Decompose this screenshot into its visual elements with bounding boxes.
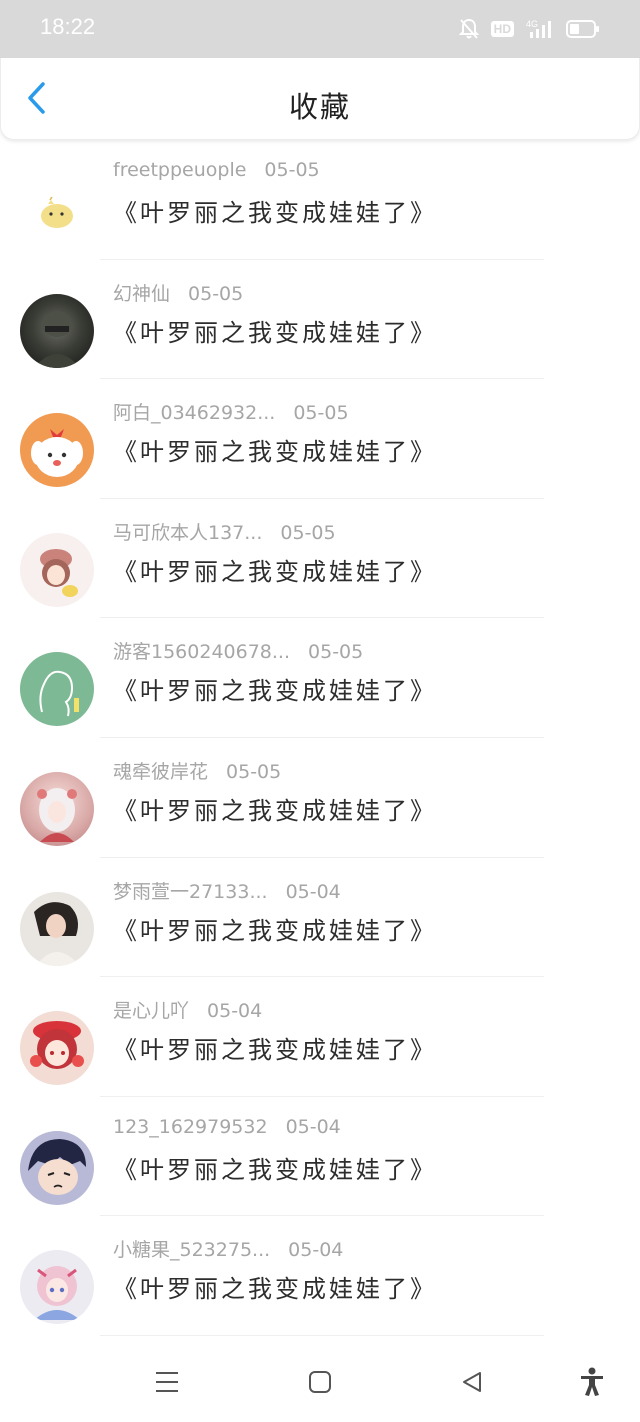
item-username[interactable]: 游客1560240678...	[113, 637, 290, 664]
avatar[interactable]	[20, 652, 94, 727]
item-meta: 123_162979532 05-04	[113, 1116, 341, 1138]
item-title[interactable]: 《叶罗丽之我变成娃娃了》	[113, 1269, 437, 1304]
item-username[interactable]: 马可欣本人137...	[113, 518, 262, 545]
status-icons: HD 4G	[458, 16, 600, 42]
item-title[interactable]: 《叶罗丽之我变成娃娃了》	[113, 1150, 437, 1185]
item-date: 05-05	[264, 159, 320, 181]
avatar[interactable]	[20, 532, 94, 607]
accessibility-icon	[581, 1367, 603, 1396]
list-item[interactable]: 小糖果_523275... 05-04 《叶罗丽之我变成娃娃了》	[0, 1216, 640, 1336]
system-nav-bar	[0, 1342, 640, 1422]
home-square-icon	[309, 1371, 331, 1393]
item-title[interactable]: 《叶罗丽之我变成娃娃了》	[113, 432, 437, 467]
item-date: 05-04	[285, 880, 341, 903]
item-username[interactable]: 123_162979532	[113, 1116, 268, 1138]
item-meta: 小糖果_523275... 05-04	[113, 1235, 343, 1262]
item-date: 05-05	[280, 521, 336, 544]
item-meta: 游客1560240678... 05-05	[113, 637, 363, 664]
list-item[interactable]: 123_162979532 05-04 《叶罗丽之我变成娃娃了》	[0, 1097, 640, 1217]
back-nav-button[interactable]	[452, 1362, 492, 1402]
accessibility-button[interactable]	[572, 1362, 612, 1402]
avatar[interactable]	[20, 1011, 94, 1086]
item-username[interactable]: 梦雨萱一27133...	[113, 877, 268, 904]
page-title: 收藏	[288, 90, 351, 124]
item-meta: 梦雨萱一27133... 05-04	[113, 877, 341, 904]
avatar[interactable]	[20, 771, 94, 846]
item-title[interactable]: 《叶罗丽之我变成娃娃了》	[113, 671, 437, 706]
item-meta: 阿白_03462932... 05-05	[113, 398, 349, 425]
item-title[interactable]: 《叶罗丽之我变成娃娃了》	[113, 193, 437, 228]
item-meta: 魂牵彼岸花 05-05	[113, 757, 281, 784]
item-date: 05-05	[226, 760, 282, 783]
item-date: 05-05	[188, 282, 244, 305]
item-date: 05-05	[293, 402, 349, 425]
item-title[interactable]: 《叶罗丽之我变成娃娃了》	[113, 791, 437, 826]
app-header: 收藏	[0, 58, 640, 140]
avatar[interactable]	[20, 174, 94, 248]
favorites-list: freetppeuople 05-05 《叶罗丽之我变成娃娃了》 幻神仙 05-05…	[0, 140, 640, 1336]
back-triangle-icon	[463, 1372, 481, 1392]
item-date: 05-04	[285, 1115, 341, 1138]
item-title[interactable]: 《叶罗丽之我变成娃娃了》	[113, 552, 437, 587]
home-button[interactable]	[300, 1362, 340, 1402]
list-item[interactable]: 幻神仙 05-05 《叶罗丽之我变成娃娃了》	[0, 260, 640, 380]
status-bar: 18:22 HD 4G	[0, 0, 640, 58]
divider	[100, 1334, 544, 1336]
list-item[interactable]: 梦雨萱一27133... 05-04 《叶罗丽之我变成娃娃了》	[0, 858, 640, 978]
item-date: 05-04	[207, 1000, 263, 1023]
item-meta: 是心儿吖 05-04	[113, 996, 262, 1023]
item-date: 05-05	[308, 641, 364, 664]
item-title[interactable]: 《叶罗丽之我变成娃娃了》	[113, 313, 437, 348]
item-title[interactable]: 《叶罗丽之我变成娃娃了》	[113, 911, 437, 946]
list-item[interactable]: 是心儿吖 05-04 《叶罗丽之我变成娃娃了》	[0, 977, 640, 1097]
avatar[interactable]	[20, 1250, 94, 1325]
bell-off-icon	[458, 18, 479, 40]
list-item[interactable]: 马可欣本人137... 05-05 《叶罗丽之我变成娃娃了》	[0, 499, 640, 619]
menu-button[interactable]	[147, 1362, 187, 1402]
avatar[interactable]	[20, 293, 94, 368]
item-username[interactable]: 小糖果_523275...	[113, 1235, 270, 1262]
item-username[interactable]: 幻神仙	[113, 279, 170, 306]
avatar[interactable]	[20, 891, 94, 966]
signal-4g-icon: 4G	[526, 18, 554, 40]
menu-icon	[156, 1372, 178, 1392]
item-meta: freetppeuople 05-05	[113, 159, 320, 181]
avatar[interactable]	[20, 413, 94, 488]
list-item[interactable]: 阿白_03462932... 05-05 《叶罗丽之我变成娃娃了》	[0, 379, 640, 499]
svg-text:4G: 4G	[526, 19, 538, 29]
list-item[interactable]: 游客1560240678... 05-05 《叶罗丽之我变成娃娃了》	[0, 618, 640, 738]
item-username[interactable]: freetppeuople	[113, 159, 246, 181]
list-item[interactable]: freetppeuople 05-05 《叶罗丽之我变成娃娃了》	[0, 140, 640, 260]
item-meta: 马可欣本人137... 05-05	[113, 518, 336, 545]
item-username[interactable]: 阿白_03462932...	[113, 398, 275, 425]
item-username[interactable]: 魂牵彼岸花	[113, 757, 208, 784]
avatar[interactable]	[20, 1130, 94, 1205]
status-time: 18:22	[40, 14, 96, 39]
item-date: 05-04	[288, 1239, 344, 1262]
battery-icon	[566, 19, 600, 39]
item-title[interactable]: 《叶罗丽之我变成娃娃了》	[113, 1030, 437, 1065]
item-meta: 幻神仙 05-05	[113, 279, 243, 306]
hd-icon: HD	[490, 21, 514, 37]
list-item[interactable]: 魂牵彼岸花 05-05 《叶罗丽之我变成娃娃了》	[0, 738, 640, 858]
item-username[interactable]: 是心儿吖	[113, 996, 189, 1023]
